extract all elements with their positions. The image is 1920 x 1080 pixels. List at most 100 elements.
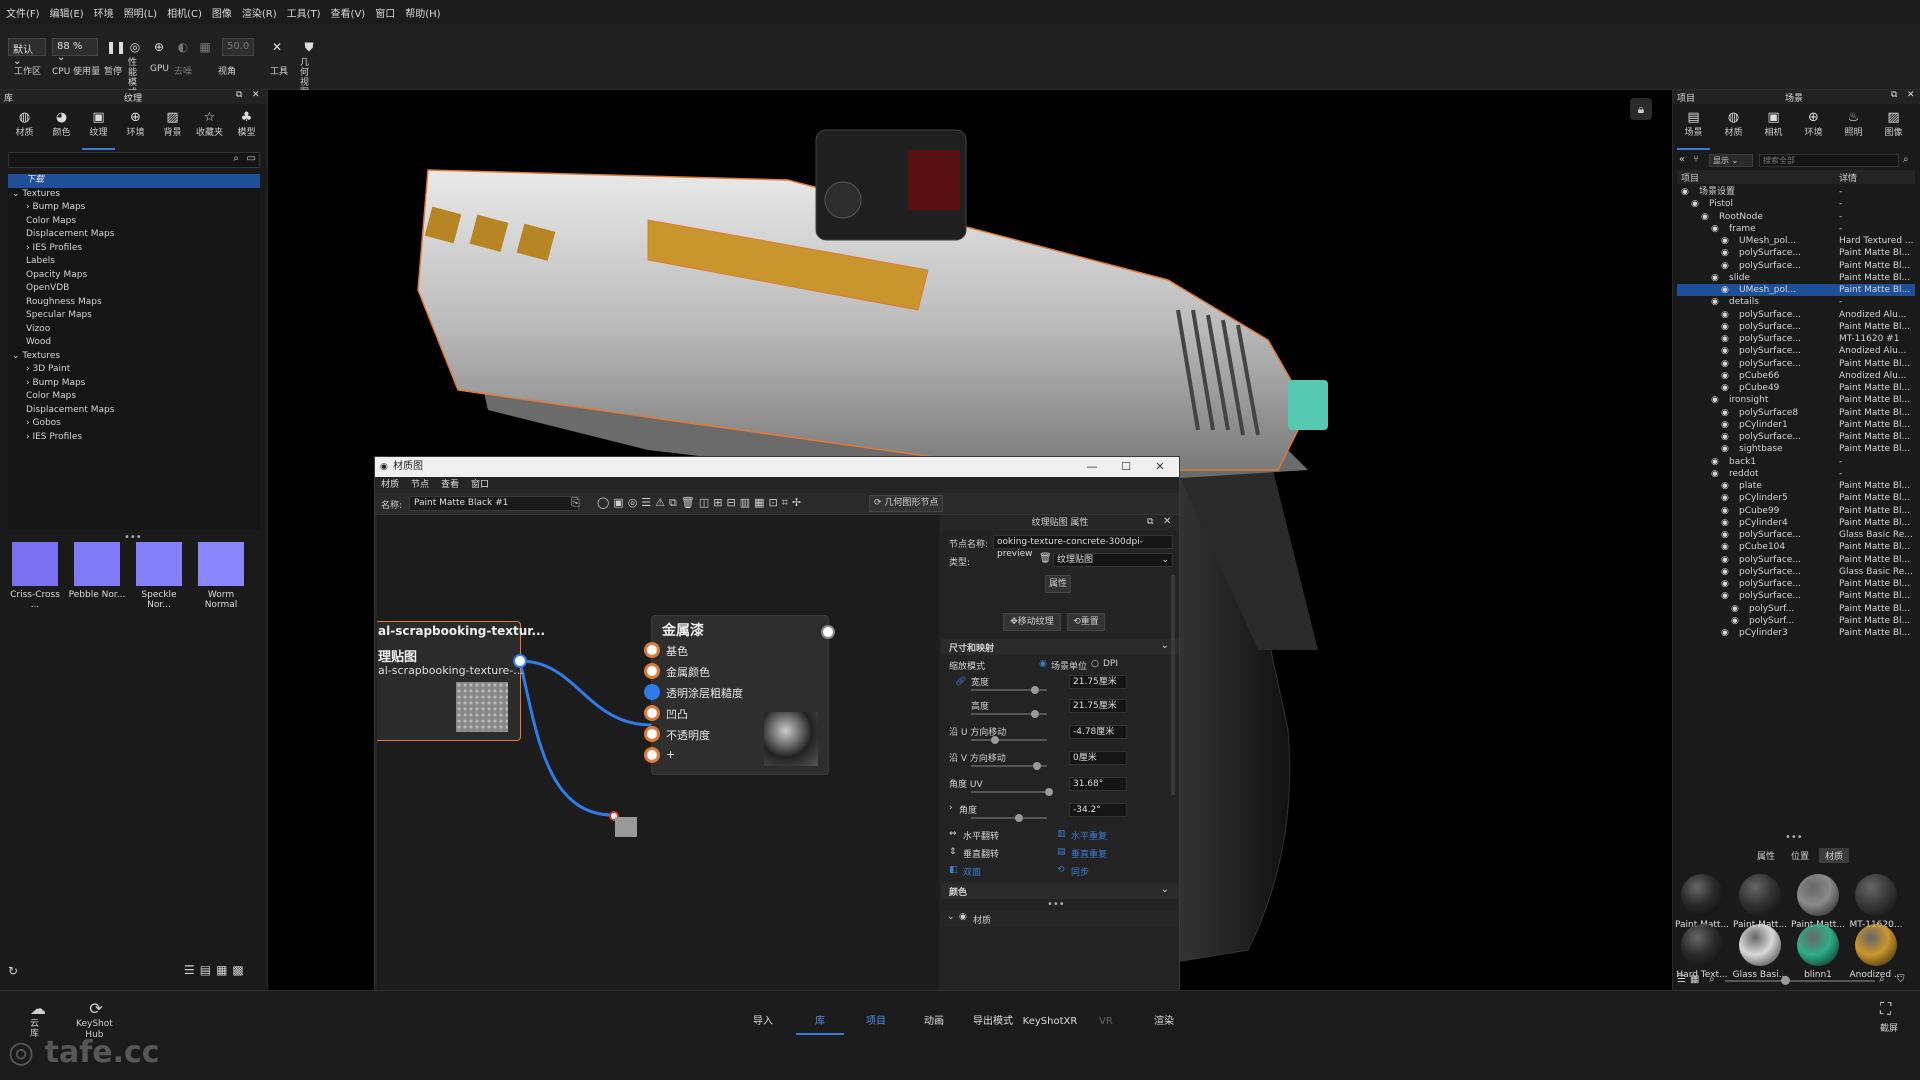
close-window-icon[interactable]: ✕: [1143, 457, 1177, 477]
scene-tree-row[interactable]: ◉ polySurface... Paint Matte Bl...: [1677, 431, 1915, 443]
visibility-eye-icon[interactable]: ◉: [1721, 443, 1729, 455]
library-tree-item[interactable]: › Bump Maps: [8, 377, 260, 391]
tab-lighting[interactable]: ♨ 照明: [1837, 106, 1870, 150]
texture-thumbnail[interactable]: Pebble Nor...: [68, 542, 126, 600]
scene-tree-row[interactable]: ◉ pCube99 Paint Matte Bl...: [1677, 505, 1915, 517]
visibility-eye-icon[interactable]: ◉: [1701, 211, 1709, 223]
metal-input-port[interactable]: [644, 705, 660, 721]
scene-tree-row[interactable]: ◉ polySurface... Paint Matte Bl...: [1677, 260, 1915, 272]
tab-colors[interactable]: ◕ 颜色: [45, 106, 78, 150]
library-tree-item[interactable]: 下载: [8, 174, 260, 188]
tab-image[interactable]: ▨ 图像: [1877, 106, 1910, 150]
tab-favorites[interactable]: ☆ 收藏夹: [193, 106, 226, 150]
scene-tree-row[interactable]: ◉ polySurf... Paint Matte Bl...: [1677, 615, 1915, 627]
scene-tree-row[interactable]: ◉ sightbase Paint Matte Bl...: [1677, 443, 1915, 455]
texture-thumbnail[interactable]: Speckle Nor...: [130, 542, 188, 610]
cloud-library-icon[interactable]: ☁: [26, 999, 50, 1018]
sync-icon[interactable]: ⟲: [1057, 865, 1065, 875]
scene-tree-row[interactable]: ◉ slide Paint Matte Bl...: [1677, 272, 1915, 284]
menu-window[interactable]: 窗口: [375, 5, 395, 20]
geometry-node-button[interactable]: ⟳ 几何图形节点: [869, 495, 943, 512]
library-tree-item[interactable]: ⌄ Textures: [8, 188, 260, 202]
link-icon[interactable]: 🔗︎: [955, 677, 966, 687]
tab-animation[interactable]: 动画: [916, 1009, 952, 1035]
material-output-port[interactable]: [821, 625, 835, 639]
visibility-eye-icon[interactable]: ◉: [1711, 223, 1719, 235]
me-menu-window[interactable]: 窗口: [471, 477, 489, 493]
scene-tree-row[interactable]: ◉ pCylinder5 Paint Matte Bl...: [1677, 492, 1915, 504]
material-sphere[interactable]: [1797, 924, 1839, 966]
menu-tools[interactable]: 工具(T): [287, 5, 321, 20]
library-tree-item[interactable]: › IES Profiles: [8, 242, 260, 256]
tab-export-mode[interactable]: 导出模式: [966, 1009, 1020, 1035]
scene-tree-row[interactable]: ◉ pCube104 Paint Matte Bl...: [1677, 541, 1915, 553]
scene-tree-row[interactable]: ◉ pCube66 Anodized Alu...: [1677, 370, 1915, 382]
maximize-icon[interactable]: ☐: [1109, 457, 1143, 477]
library-tree-item[interactable]: › Gobos: [8, 417, 260, 431]
visibility-eye-icon[interactable]: ◉: [1731, 615, 1739, 627]
scene-tree-row[interactable]: ◉ pCylinder1 Paint Matte Bl...: [1677, 419, 1915, 431]
library-tree-item[interactable]: ⌄ Textures: [8, 350, 260, 364]
metal-input-port[interactable]: [644, 726, 660, 742]
visibility-eye-icon[interactable]: ◉: [1721, 590, 1729, 602]
scene-tree-row[interactable]: ◉ pCylinder4 Paint Matte Bl...: [1677, 517, 1915, 529]
v-move-slider-knob[interactable]: [1033, 762, 1041, 770]
size-mapping-section[interactable]: 尺寸和映射 ⌄: [941, 639, 1179, 655]
camera-focal-input[interactable]: 50.0: [222, 38, 254, 56]
thumbnail-size-slider[interactable]: [1725, 980, 1875, 982]
library-tree-item[interactable]: Color Maps: [8, 390, 260, 404]
tools-icon[interactable]: ✕: [270, 40, 284, 54]
scene-tree-row[interactable]: ◉ polySurface... Paint Matte Bl...: [1677, 358, 1915, 370]
minimize-icon[interactable]: —: [1075, 457, 1109, 477]
resize-handle[interactable]: •••: [1785, 832, 1803, 843]
angle-expand-icon[interactable]: ›: [949, 803, 953, 813]
menu-render[interactable]: 渲染(R): [242, 5, 277, 20]
delete-icon[interactable]: 🗑︎: [1039, 553, 1052, 564]
view-mode-icons[interactable]: ☰▤▦▩: [184, 963, 249, 977]
library-tree-item[interactable]: Color Maps: [8, 215, 260, 229]
node-graph-canvas[interactable]: al-scrapbooking-textur... 理贴图 al-scrapbo…: [377, 515, 939, 1013]
close-props-icon[interactable]: ✕: [1163, 516, 1171, 527]
menu-view[interactable]: 查看(V): [331, 5, 366, 20]
height-input[interactable]: 21.75厘米: [1069, 699, 1127, 713]
menu-environment[interactable]: 环境: [94, 5, 114, 20]
me-menu-view[interactable]: 查看: [441, 477, 459, 493]
me-menu-node[interactable]: 节点: [411, 477, 429, 493]
scene-tree-row[interactable]: ◉ plate Paint Matte Bl...: [1677, 480, 1915, 492]
tab-properties[interactable]: 属性: [1045, 575, 1071, 593]
scene-tree-row[interactable]: ◉ polySurf... Paint Matte Bl...: [1677, 603, 1915, 615]
collapse-icon[interactable]: «: [1679, 154, 1685, 165]
search-icon[interactable]: ⌕: [233, 153, 239, 164]
visibility-eye-icon[interactable]: ◉: [1721, 541, 1729, 553]
undock-icon[interactable]: ⧉: [1891, 90, 1897, 100]
props-scrollbar[interactable]: [1171, 575, 1175, 795]
bump-node-preview[interactable]: [615, 817, 637, 837]
library-search-input[interactable]: ⌕ ▭: [8, 152, 260, 168]
search-icon[interactable]: ⌕: [1903, 154, 1909, 165]
scene-tree-row[interactable]: ◉ UMesh_pol... Paint Matte Bl...: [1677, 284, 1915, 296]
library-tree-item[interactable]: Wood: [8, 336, 260, 350]
library-tree-item[interactable]: Opacity Maps: [8, 269, 260, 283]
scene-tree-row[interactable]: ◉ polySurface... Paint Matte Bl...: [1677, 590, 1915, 602]
visibility-eye-icon[interactable]: ◉: [1721, 260, 1729, 272]
color-section[interactable]: 颜色 ⌄: [941, 883, 1179, 899]
scene-tree-row[interactable]: ◉ polySurface... Paint Matte Bl...: [1677, 554, 1915, 566]
undock-props-icon[interactable]: ⧉: [1147, 517, 1153, 527]
tab-environments[interactable]: ⊕ 环境: [119, 106, 152, 150]
visibility-eye-icon[interactable]: ◉: [1721, 333, 1729, 345]
material-sphere[interactable]: [1739, 924, 1781, 966]
repeat-h-icon[interactable]: ▥: [1057, 829, 1066, 839]
texture-output-port[interactable]: [513, 654, 527, 668]
metal-input-port[interactable]: [644, 747, 660, 763]
grid-icon[interactable]: ▦: [198, 40, 212, 54]
save-icon[interactable]: ⎘: [571, 496, 580, 510]
height-slider-knob[interactable]: [1031, 710, 1039, 718]
texture-map-node[interactable]: al-scrapbooking-textur... 理贴图 al-scrapbo…: [377, 621, 545, 741]
u-move-slider-knob[interactable]: [991, 736, 999, 744]
metal-input-port[interactable]: [644, 642, 660, 658]
visibility-eye-icon[interactable]: ◉: [1721, 345, 1729, 357]
visibility-eye-icon[interactable]: ◉: [1721, 284, 1729, 296]
scene-tree-row[interactable]: ◉ details -: [1677, 296, 1915, 308]
subtab-properties[interactable]: 属性: [1751, 848, 1781, 863]
repeat-v-icon[interactable]: ▤: [1057, 847, 1066, 857]
